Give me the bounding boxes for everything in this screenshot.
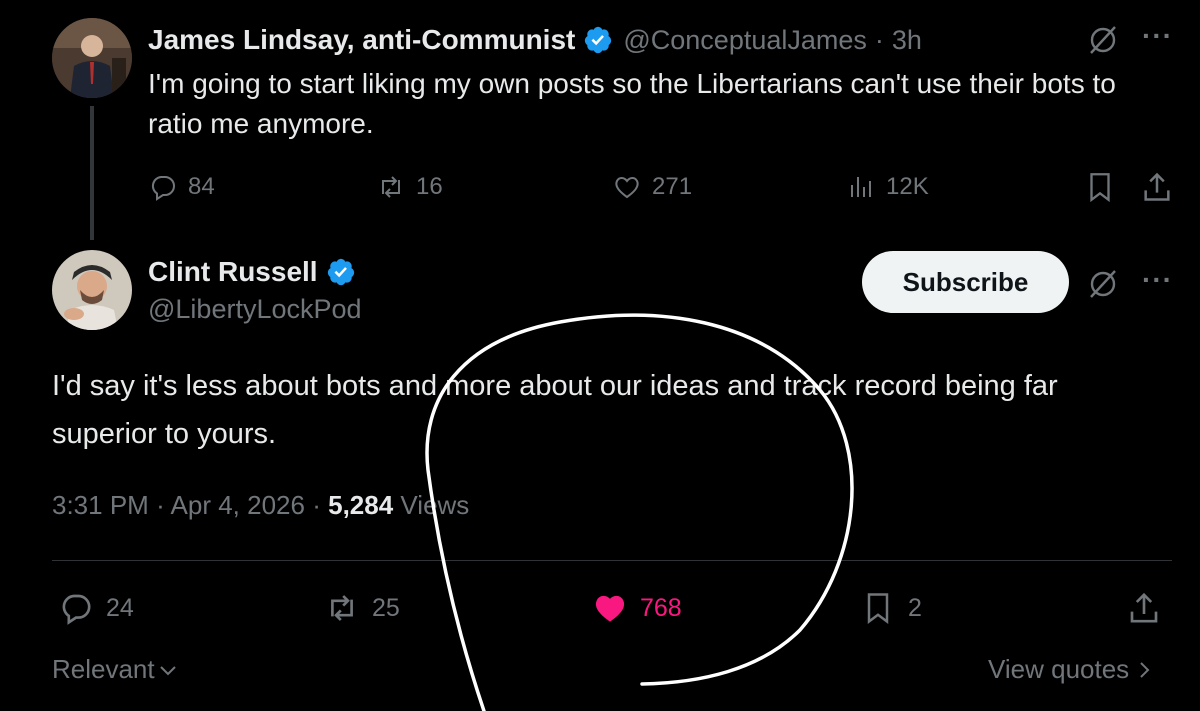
repost-icon <box>382 176 400 198</box>
sort-label: Relevant <box>52 654 155 684</box>
bookmark-count: 2 <box>908 593 922 622</box>
author-name[interactable]: James Lindsay, anti-Communist <box>148 24 575 56</box>
like-count: 768 <box>640 593 682 622</box>
sort-dropdown[interactable]: Relevant <box>52 654 179 685</box>
divider <box>52 560 1172 561</box>
parent-tweet-actions: 84 16 271 12K <box>148 168 1178 208</box>
main-tweet-actions: 24 25 768 2 <box>52 588 1182 634</box>
repost-count: 25 <box>372 593 400 622</box>
tweet-time[interactable]: 3h <box>892 25 922 56</box>
reply-icon <box>151 176 175 201</box>
grok-icon[interactable] <box>1085 266 1121 302</box>
repost-button[interactable]: 25 <box>324 590 400 626</box>
subscribe-label: Subscribe <box>902 266 1029 297</box>
share-button[interactable] <box>1126 590 1162 631</box>
share-icon <box>1144 172 1170 201</box>
views-count: 12K <box>886 173 929 200</box>
views-icon <box>851 177 871 197</box>
main-tweet-author: Clint Russell @LibertyLockPod <box>148 254 362 325</box>
thread-connector-line <box>90 106 94 240</box>
like-button[interactable]: 768 <box>592 590 682 626</box>
more-icon[interactable]: ··· <box>1142 264 1173 296</box>
more-icon[interactable]: ··· <box>1142 20 1173 52</box>
tweet-meta: 3:31 PM · Apr 4, 2026 · 5,284 Views <box>52 490 469 521</box>
repost-icon <box>331 595 353 621</box>
repost-count: 16 <box>416 173 443 200</box>
like-count: 271 <box>652 173 693 200</box>
bookmark-button[interactable] <box>1084 170 1116 209</box>
avatar-clint-russell[interactable] <box>52 250 132 330</box>
like-icon <box>595 595 625 622</box>
views-count: 5,284 <box>328 490 394 520</box>
author-handle[interactable]: @LibertyLockPod <box>148 294 362 325</box>
separator: · <box>312 490 321 520</box>
bookmark-button[interactable]: 2 <box>860 590 922 626</box>
views-button[interactable]: 12K <box>846 172 929 202</box>
separator: · <box>156 490 165 520</box>
reply-icon <box>62 594 91 625</box>
share-button[interactable] <box>1140 170 1174 209</box>
repost-button[interactable]: 16 <box>376 172 443 202</box>
separator: · <box>874 24 884 55</box>
bookmark-icon <box>867 593 889 624</box>
view-quotes-label: View quotes <box>988 654 1130 684</box>
avatar-photo <box>52 250 132 330</box>
views-label: Views <box>400 490 470 520</box>
reply-count: 84 <box>188 173 215 200</box>
like-icon <box>615 177 639 199</box>
avatar-james-lindsay[interactable] <box>52 18 132 98</box>
grok-icon[interactable] <box>1085 22 1121 58</box>
bookmark-icon <box>1090 173 1110 203</box>
tweet-time[interactable]: 3:31 PM <box>52 490 149 520</box>
parent-tweet-header: James Lindsay, anti-Communist @Conceptua… <box>148 22 922 58</box>
view-quotes-link[interactable]: View quotes <box>988 654 1155 685</box>
chevron-right-icon <box>1140 661 1150 678</box>
avatar-photo <box>52 18 132 98</box>
reply-button[interactable]: 24 <box>58 590 134 626</box>
reply-button[interactable]: 84 <box>148 172 215 202</box>
author-handle[interactable]: @ConceptualJames <box>623 25 867 56</box>
subscribe-button[interactable]: Subscribe <box>862 251 1069 313</box>
reply-count: 24 <box>106 593 134 622</box>
parent-tweet-text: I'm going to start liking my own posts s… <box>148 68 1116 139</box>
main-tweet-text: I'd say it's less about bots and more ab… <box>52 370 1058 450</box>
verified-icon <box>326 257 356 287</box>
verified-icon <box>583 25 613 55</box>
share-icon <box>1130 592 1158 623</box>
tweet-date[interactable]: Apr 4, 2026 <box>171 490 305 520</box>
chevron-down-icon <box>159 665 176 675</box>
like-button[interactable]: 271 <box>612 172 692 202</box>
author-name[interactable]: Clint Russell <box>148 256 318 288</box>
